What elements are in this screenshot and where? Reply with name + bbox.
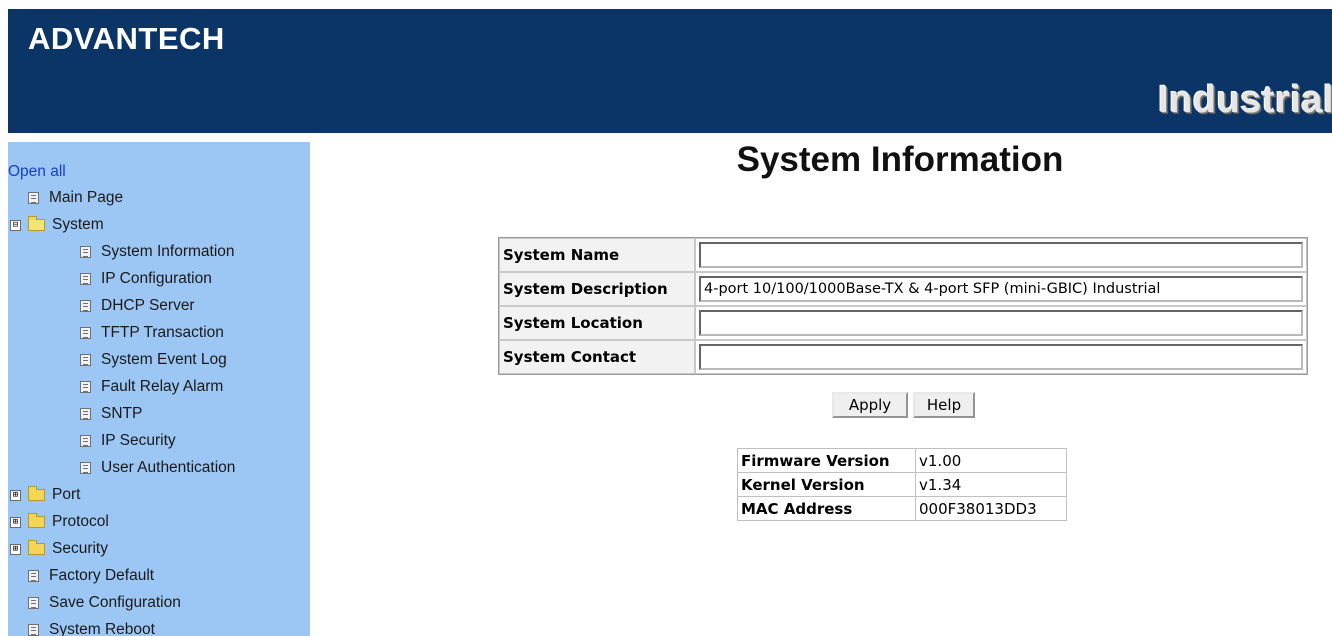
system-location-input[interactable] — [699, 310, 1303, 336]
sidebar-item-system-reboot[interactable]: System Reboot — [28, 617, 155, 636]
brand-logo: ADVANTECH — [28, 21, 225, 56]
firmware-version-label: Firmware Version — [737, 448, 916, 473]
sidebar-item-user-authentication[interactable]: User Authentication — [80, 455, 235, 481]
sidebar-item-label: Security — [52, 540, 108, 557]
sidebar-item-tftp-transaction[interactable]: TFTP Transaction — [80, 320, 224, 346]
sidebar-item-label: System Information — [101, 243, 235, 260]
sidebar-item-system-information[interactable]: System Information — [80, 239, 235, 265]
sidebar-item-protocol[interactable]: ⊞ Protocol — [10, 509, 109, 535]
firmware-version-value: v1.00 — [915, 448, 1067, 473]
table-row: MAC Address 000F38013DD3 — [737, 496, 1067, 521]
apply-button[interactable]: Apply — [832, 392, 908, 418]
sidebar-item-fault-relay-alarm[interactable]: Fault Relay Alarm — [80, 374, 223, 400]
table-row: Firmware Version v1.00 — [737, 448, 1067, 473]
header-banner: ADVANTECH Industrial — [8, 9, 1332, 133]
kernel-version-label: Kernel Version — [737, 472, 916, 497]
form-field-cell — [695, 306, 1307, 340]
form-row: System Name — [499, 238, 1307, 272]
document-icon — [80, 327, 91, 339]
sidebar-item-dhcp-server[interactable]: DHCP Server — [80, 293, 195, 319]
sidebar-item-label: System Reboot — [49, 621, 155, 636]
sidebar-item-label: DHCP Server — [101, 297, 195, 314]
sidebar-item-sntp[interactable]: SNTP — [80, 401, 142, 427]
system-description-label: System Description — [499, 272, 695, 306]
form-field-cell — [695, 238, 1307, 272]
sidebar-item-label: Port — [52, 486, 81, 503]
system-info-form: System Name System Description System Lo… — [498, 237, 1308, 375]
sidebar-item-ip-configuration[interactable]: IP Configuration — [80, 266, 212, 292]
sidebar-item-ip-security[interactable]: IP Security — [80, 428, 176, 454]
document-icon — [80, 300, 91, 312]
form-field-cell — [695, 340, 1307, 374]
system-description-input[interactable] — [699, 276, 1303, 302]
table-row: Kernel Version v1.34 — [737, 472, 1067, 497]
form-field-cell — [695, 272, 1307, 306]
document-icon — [28, 597, 39, 609]
mac-address-label: MAC Address — [737, 496, 916, 521]
collapse-icon[interactable]: ⊟ — [10, 219, 21, 231]
sidebar-item-save-configuration[interactable]: Save Configuration — [28, 590, 181, 616]
expand-icon[interactable]: ⊞ — [10, 543, 21, 555]
sidebar-item-system[interactable]: ⊟ System — [10, 212, 104, 238]
document-icon — [80, 354, 91, 366]
sidebar-item-label: System — [52, 216, 104, 233]
sidebar-item-security[interactable]: ⊞ Security — [10, 536, 108, 562]
form-row: System Description — [499, 272, 1307, 306]
sidebar-item-label: IP Configuration — [101, 270, 212, 287]
sidebar-item-label: Main Page — [49, 189, 124, 206]
sidebar-nav: Open all Main Page ⊟ System System Inform… — [8, 142, 310, 636]
document-icon — [28, 192, 39, 204]
system-location-label: System Location — [499, 306, 695, 340]
sidebar-item-label: Protocol — [52, 513, 109, 530]
sidebar-item-label: SNTP — [101, 405, 143, 422]
document-icon — [80, 435, 91, 447]
sidebar-item-label: Factory Default — [49, 567, 155, 584]
form-row: System Contact — [499, 340, 1307, 374]
document-icon — [80, 381, 91, 393]
system-contact-input[interactable] — [699, 344, 1303, 370]
document-icon — [80, 246, 91, 258]
sidebar-item-main-page[interactable]: Main Page — [28, 185, 123, 211]
folder-icon — [28, 540, 45, 555]
sidebar-item-label: Save Configuration — [49, 594, 181, 611]
sidebar-item-label: IP Security — [101, 432, 176, 449]
document-icon — [28, 624, 39, 636]
version-info-table: Firmware Version v1.00 Kernel Version v1… — [737, 448, 1067, 521]
folder-open-icon — [28, 216, 45, 231]
system-name-input[interactable] — [699, 242, 1303, 268]
sidebar-item-label: User Authentication — [101, 459, 236, 476]
system-name-label: System Name — [499, 238, 695, 272]
system-contact-label: System Contact — [499, 340, 695, 374]
sidebar-item-port[interactable]: ⊞ Port — [10, 482, 80, 508]
document-icon — [80, 273, 91, 285]
form-row: System Location — [499, 306, 1307, 340]
folder-icon — [28, 486, 45, 501]
page-title: System Information — [736, 140, 1064, 179]
tagline: Industrial — [1157, 79, 1332, 121]
open-all-link[interactable]: Open all — [8, 159, 66, 185]
expand-icon[interactable]: ⊞ — [10, 489, 21, 501]
expand-icon[interactable]: ⊞ — [10, 516, 21, 528]
sidebar-item-label: Fault Relay Alarm — [101, 378, 224, 395]
document-icon — [80, 462, 91, 474]
sidebar-item-system-event-log[interactable]: System Event Log — [80, 347, 227, 373]
folder-icon — [28, 513, 45, 528]
help-button[interactable]: Help — [913, 392, 975, 418]
mac-address-value: 000F38013DD3 — [915, 496, 1067, 521]
kernel-version-value: v1.34 — [915, 472, 1067, 497]
document-icon — [28, 570, 39, 582]
sidebar-item-label: TFTP Transaction — [101, 324, 224, 341]
sidebar-item-label: System Event Log — [101, 351, 227, 368]
sidebar-item-factory-default[interactable]: Factory Default — [28, 563, 154, 589]
document-icon — [80, 408, 91, 420]
